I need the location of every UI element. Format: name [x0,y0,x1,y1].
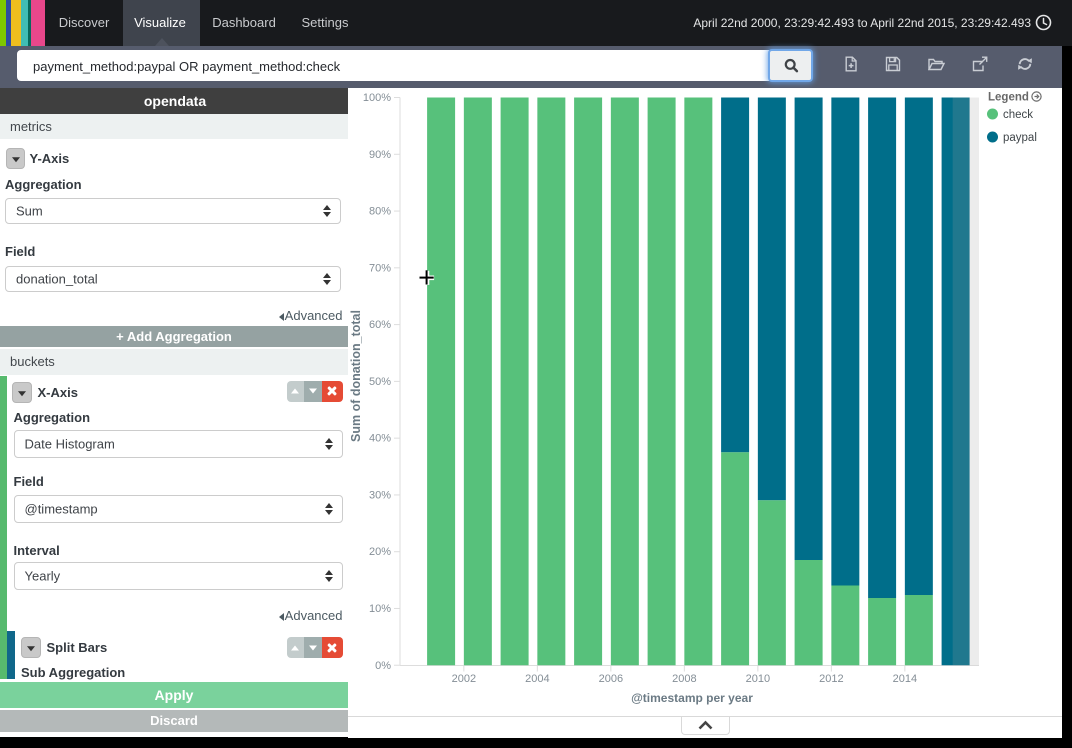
svg-text:Sum of donation_total: Sum of donation_total [349,310,363,442]
svg-text:2006: 2006 [599,673,623,685]
svg-text:20%: 20% [369,546,391,558]
svg-text:50%: 50% [369,376,391,388]
svg-text:30%: 30% [369,489,391,501]
svg-text:Legend: Legend [988,92,1029,104]
svg-text:2014: 2014 [893,673,917,685]
svg-text:70%: 70% [369,262,391,274]
svg-text:paypal: paypal [1003,132,1037,144]
svg-text:2012: 2012 [819,673,843,685]
svg-text:100%: 100% [363,92,391,104]
svg-text:10%: 10% [369,603,391,615]
svg-text:2008: 2008 [672,673,696,685]
svg-text:2002: 2002 [452,673,476,685]
svg-text:40%: 40% [369,433,391,445]
svg-text:80%: 80% [369,206,391,218]
svg-text:check: check [1003,109,1033,121]
svg-text:@timestamp per year: @timestamp per year [631,691,753,705]
svg-text:2010: 2010 [746,673,770,685]
svg-text:90%: 90% [369,149,391,161]
svg-text:60%: 60% [369,319,391,331]
svg-text:0%: 0% [375,660,391,672]
svg-text:2004: 2004 [525,673,549,685]
